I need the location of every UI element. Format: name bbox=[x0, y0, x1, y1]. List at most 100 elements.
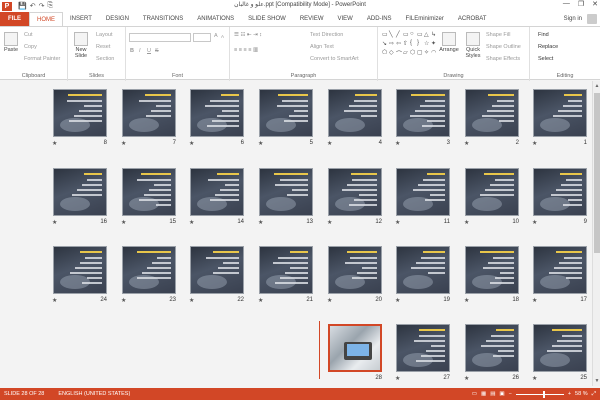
slide-thumbnail[interactable] bbox=[122, 246, 176, 294]
transition-star-icon[interactable]: ★ bbox=[327, 140, 332, 147]
transition-star-icon[interactable]: ★ bbox=[52, 219, 57, 226]
transition-star-icon[interactable]: ★ bbox=[121, 140, 126, 147]
new-slide-button[interactable]: New Slide bbox=[71, 32, 91, 59]
tab-review[interactable]: REVIEW bbox=[293, 12, 331, 26]
transition-star-icon[interactable]: ★ bbox=[189, 219, 194, 226]
select-button[interactable]: Select bbox=[538, 56, 553, 62]
arrange-button[interactable]: Arrange bbox=[438, 32, 460, 53]
shape-outline-button[interactable]: Shape Outline bbox=[486, 44, 521, 50]
zoom-in-button[interactable]: + bbox=[568, 391, 571, 397]
transition-star-icon[interactable]: ★ bbox=[532, 297, 537, 304]
transition-star-icon[interactable]: ★ bbox=[327, 297, 332, 304]
reading-view-icon[interactable]: ▤ bbox=[490, 391, 495, 397]
zoom-level[interactable]: 58 % bbox=[575, 391, 588, 397]
tab-insert[interactable]: INSERT bbox=[63, 12, 99, 26]
transition-star-icon[interactable]: ★ bbox=[395, 375, 400, 382]
replace-button[interactable]: Replace bbox=[538, 44, 558, 50]
slideshow-view-icon[interactable]: ▣ bbox=[499, 391, 504, 397]
shape-effects-button[interactable]: Shape Effects bbox=[486, 56, 520, 62]
slide-thumbnail[interactable] bbox=[465, 89, 519, 137]
zoom-slider[interactable] bbox=[515, 390, 564, 398]
avatar[interactable] bbox=[587, 14, 597, 24]
scroll-up-icon[interactable]: ▲ bbox=[593, 83, 600, 89]
reset-button[interactable]: Reset bbox=[96, 44, 110, 50]
slide-thumbnail[interactable] bbox=[465, 246, 519, 294]
grow-font-button[interactable]: A bbox=[214, 33, 218, 39]
slide-thumbnail-selected[interactable] bbox=[328, 324, 382, 372]
font-size-field[interactable] bbox=[193, 33, 211, 42]
shapes-gallery[interactable]: ▭ ╲ ╱ ▭ ○ ▭ △ ↳ ↘ ⇨ ⇦ ⇧{} ☆ ✦ ⬠ ◇ ⌒ ▱ ⬡ ▢ ✧ ◠ bbox=[382, 31, 436, 59]
transition-star-icon[interactable]: ★ bbox=[189, 297, 194, 304]
quick-styles-button[interactable]: Quick Styles bbox=[462, 32, 484, 59]
slide-thumbnail[interactable] bbox=[122, 89, 176, 137]
slide-thumbnail[interactable] bbox=[259, 246, 313, 294]
normal-view-icon[interactable]: ▭ bbox=[472, 391, 477, 397]
slide-thumbnail[interactable] bbox=[122, 168, 176, 216]
copy-button[interactable]: Copy bbox=[24, 44, 37, 50]
transition-star-icon[interactable]: ★ bbox=[464, 297, 469, 304]
tab-animations[interactable]: ANIMATIONS bbox=[190, 12, 241, 26]
align-icons[interactable]: ≡ ≡ ≡ ≡ ▥ bbox=[234, 47, 258, 53]
vertical-scrollbar[interactable]: ▲ ▼ bbox=[592, 81, 600, 386]
transition-star-icon[interactable]: ★ bbox=[532, 219, 537, 226]
align-text-button[interactable]: Align Text bbox=[310, 44, 334, 50]
text-direction-button[interactable]: Text Direction bbox=[310, 32, 343, 38]
transition-star-icon[interactable]: ★ bbox=[464, 375, 469, 382]
fit-slide-icon[interactable]: ⤢ bbox=[592, 391, 596, 398]
transition-star-icon[interactable]: ★ bbox=[52, 297, 57, 304]
sign-in-link[interactable]: Sign in bbox=[564, 16, 582, 22]
slide-thumbnail[interactable] bbox=[328, 89, 382, 137]
maximize-button[interactable]: ❐ bbox=[578, 0, 584, 8]
bullets-icon[interactable]: ☰ ☷ ⇤ ⇥ ↕ bbox=[234, 32, 262, 38]
transition-star-icon[interactable]: ★ bbox=[258, 297, 263, 304]
underline-button[interactable]: U bbox=[147, 48, 151, 54]
transition-star-icon[interactable]: ★ bbox=[52, 140, 57, 147]
minimize-button[interactable]: — bbox=[563, 0, 570, 8]
slide-thumbnail[interactable] bbox=[533, 324, 587, 372]
tab-slide-show[interactable]: SLIDE SHOW bbox=[241, 12, 293, 26]
transition-star-icon[interactable]: ★ bbox=[395, 219, 400, 226]
slide-thumbnail[interactable] bbox=[53, 89, 107, 137]
transition-star-icon[interactable]: ★ bbox=[258, 140, 263, 147]
zoom-slider-thumb[interactable] bbox=[542, 390, 545, 398]
slide-thumbnail[interactable] bbox=[190, 168, 244, 216]
slide-thumbnail[interactable] bbox=[465, 168, 519, 216]
tab-design[interactable]: DESIGN bbox=[99, 12, 136, 26]
slide-sorter-view-icon[interactable]: ▦ bbox=[481, 391, 486, 397]
transition-star-icon[interactable]: ★ bbox=[464, 140, 469, 147]
transition-star-icon[interactable]: ★ bbox=[532, 375, 537, 382]
slide-thumbnail[interactable] bbox=[396, 89, 450, 137]
transition-star-icon[interactable]: ★ bbox=[464, 219, 469, 226]
paste-button[interactable]: Paste bbox=[2, 32, 20, 53]
slide-thumbnail[interactable] bbox=[328, 246, 382, 294]
tab-add-ins[interactable]: ADD-INS bbox=[360, 12, 399, 26]
slide-thumbnail[interactable] bbox=[396, 246, 450, 294]
tab-acrobat[interactable]: ACROBAT bbox=[451, 12, 494, 26]
slide-thumbnail[interactable] bbox=[533, 89, 587, 137]
tab-view[interactable]: VIEW bbox=[331, 12, 360, 26]
strikethrough-button[interactable]: S bbox=[155, 48, 159, 54]
scroll-down-icon[interactable]: ▼ bbox=[593, 378, 600, 384]
bold-button[interactable]: B bbox=[130, 48, 134, 54]
tab-fileminimizer[interactable]: FILEminimizer bbox=[399, 12, 451, 26]
find-button[interactable]: Find bbox=[538, 32, 549, 38]
slide-thumbnail[interactable] bbox=[533, 246, 587, 294]
scroll-thumb[interactable] bbox=[594, 93, 600, 253]
slide-thumbnail[interactable] bbox=[53, 168, 107, 216]
close-button[interactable]: ✕ bbox=[592, 0, 598, 8]
tab-transitions[interactable]: TRANSITIONS bbox=[136, 12, 190, 26]
slide-thumbnail[interactable] bbox=[190, 89, 244, 137]
transition-star-icon[interactable]: ★ bbox=[121, 297, 126, 304]
italic-button[interactable]: I bbox=[139, 48, 141, 54]
slide-thumbnail[interactable] bbox=[259, 89, 313, 137]
slide-thumbnail[interactable] bbox=[465, 324, 519, 372]
convert-smartart-button[interactable]: Convert to SmartArt bbox=[310, 56, 359, 62]
transition-star-icon[interactable]: ★ bbox=[395, 297, 400, 304]
layout-button[interactable]: Layout bbox=[96, 32, 113, 38]
zoom-out-button[interactable]: − bbox=[509, 391, 512, 397]
slide-thumbnail[interactable] bbox=[259, 168, 313, 216]
format-painter-button[interactable]: Format Painter bbox=[24, 56, 60, 62]
slide-thumbnail[interactable] bbox=[533, 168, 587, 216]
tab-file[interactable]: FILE bbox=[0, 12, 29, 26]
slide-thumbnail[interactable] bbox=[53, 246, 107, 294]
